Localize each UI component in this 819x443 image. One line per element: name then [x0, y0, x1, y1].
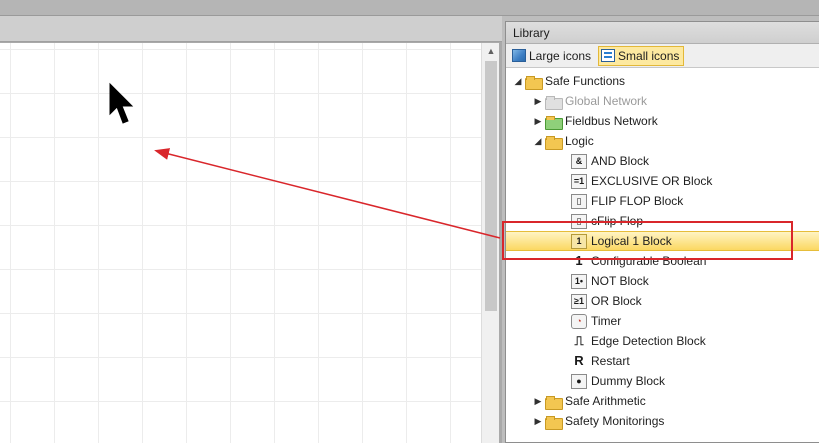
xor-block-icon: =1 — [571, 173, 587, 189]
tree-item-and-block[interactable]: & AND Block — [506, 151, 819, 171]
tree-item-timer[interactable]: ◔ Timer — [506, 311, 819, 331]
tree-item-dummy-block[interactable]: ● Dummy Block — [506, 371, 819, 391]
logical-1-block-icon: 1 — [571, 233, 587, 249]
restart-icon: R — [574, 352, 584, 368]
tree-item-logic[interactable]: ◢ Logic — [506, 131, 819, 151]
folder-icon — [525, 75, 543, 90]
configurable-boolean-icon: 1 — [575, 252, 583, 268]
tree-item-label: Edge Detection Block — [591, 334, 706, 348]
tree-item-safe-arithmetic[interactable]: ▶ Safe Arithmetic — [506, 391, 819, 411]
tree-item-label: Restart — [591, 354, 630, 368]
small-icons-icon — [601, 49, 616, 62]
tree-item-cflip-flop[interactable]: ▯ cFlip Flop — [506, 211, 819, 231]
library-panel: Library Large icons Small icons ◢ Safe F… — [505, 21, 819, 443]
folder-icon — [545, 395, 563, 410]
not-block-icon: 1• — [571, 273, 587, 289]
tree-item-label: Dummy Block — [591, 374, 666, 388]
collapsed-arrow-icon[interactable]: ▶ — [531, 396, 545, 407]
tree-item-label: Safe Functions — [545, 74, 626, 88]
fieldbus-folder-icon — [545, 115, 563, 130]
editor-header-strip — [0, 16, 502, 42]
scroll-up-arrow-icon[interactable]: ▲ — [482, 43, 500, 59]
collapsed-arrow-icon[interactable]: ▶ — [531, 116, 545, 127]
edge-detection-icon: ⎍ — [574, 332, 584, 348]
tree-item-flip-flop-block[interactable]: ▯ FLIP FLOP Block — [506, 191, 819, 211]
diagram-canvas[interactable] — [0, 43, 481, 443]
tree-item-configurable-boolean[interactable]: 1 Configurable Boolean — [506, 251, 819, 271]
cflip-flop-icon: ▯ — [571, 213, 587, 229]
tree-item-exclusive-or-block[interactable]: =1 EXCLUSIVE OR Block — [506, 171, 819, 191]
tree-item-label: EXCLUSIVE OR Block — [591, 174, 713, 188]
flip-flop-icon: ▯ — [571, 193, 587, 209]
library-tree: ◢ Safe Functions ▶ Global Network ▶ Fiel… — [506, 68, 819, 431]
tree-item-restart[interactable]: R Restart — [506, 351, 819, 371]
expanded-arrow-icon[interactable]: ◢ — [531, 136, 545, 147]
tree-item-label: Safety Monitorings — [565, 414, 665, 428]
tree-item-safe-functions[interactable]: ◢ Safe Functions — [506, 71, 819, 91]
tree-item-logical-1-block[interactable]: 1 Logical 1 Block — [506, 231, 819, 251]
tree-item-label: AND Block — [591, 154, 650, 168]
tree-item-label: NOT Block — [591, 274, 649, 288]
large-icons-label: Large icons — [529, 48, 592, 63]
tree-item-label: Logical 1 Block — [591, 234, 672, 248]
large-icons-icon — [512, 49, 526, 62]
large-icons-button[interactable]: Large icons — [509, 46, 596, 66]
tree-item-fieldbus-network[interactable]: ▶ Fieldbus Network — [506, 111, 819, 131]
folder-icon — [545, 415, 563, 430]
tree-item-label: Configurable Boolean — [591, 254, 707, 268]
collapsed-arrow-icon[interactable]: ▶ — [531, 96, 545, 107]
tree-item-label: FLIP FLOP Block — [591, 194, 684, 208]
small-icons-label: Small icons — [618, 48, 680, 63]
editor-pane: ▲ — [0, 16, 502, 443]
collapsed-arrow-icon[interactable]: ▶ — [531, 416, 545, 427]
tree-item-not-block[interactable]: 1• NOT Block — [506, 271, 819, 291]
tree-item-label: Fieldbus Network — [565, 114, 658, 128]
library-toolbar: Large icons Small icons — [506, 44, 819, 68]
small-icons-button[interactable]: Small icons — [598, 45, 685, 66]
tree-item-label: Global Network — [565, 94, 648, 108]
scrollbar-thumb[interactable] — [485, 61, 497, 311]
expanded-arrow-icon[interactable]: ◢ — [511, 76, 525, 87]
tree-item-global-network[interactable]: ▶ Global Network — [506, 91, 819, 111]
or-block-icon: ≥1 — [571, 293, 587, 309]
window-top-bar — [0, 0, 819, 16]
canvas-vertical-scrollbar[interactable]: ▲ — [481, 43, 499, 443]
folder-icon — [545, 95, 563, 110]
tree-item-label: Timer — [591, 314, 622, 328]
dummy-block-icon: ● — [571, 373, 587, 389]
tree-item-label: OR Block — [591, 294, 642, 308]
tree-item-safety-monitorings[interactable]: ▶ Safety Monitorings — [506, 411, 819, 431]
tree-item-label: Logic — [565, 134, 594, 148]
library-title: Library — [506, 22, 819, 44]
tree-item-label: cFlip Flop — [591, 214, 644, 228]
tree-item-or-block[interactable]: ≥1 OR Block — [506, 291, 819, 311]
tree-item-label: Safe Arithmetic — [565, 394, 646, 408]
tree-item-edge-detection-block[interactable]: ⎍ Edge Detection Block — [506, 331, 819, 351]
and-block-icon: & — [571, 153, 587, 169]
folder-icon — [545, 135, 563, 150]
timer-icon: ◔ — [571, 313, 587, 329]
